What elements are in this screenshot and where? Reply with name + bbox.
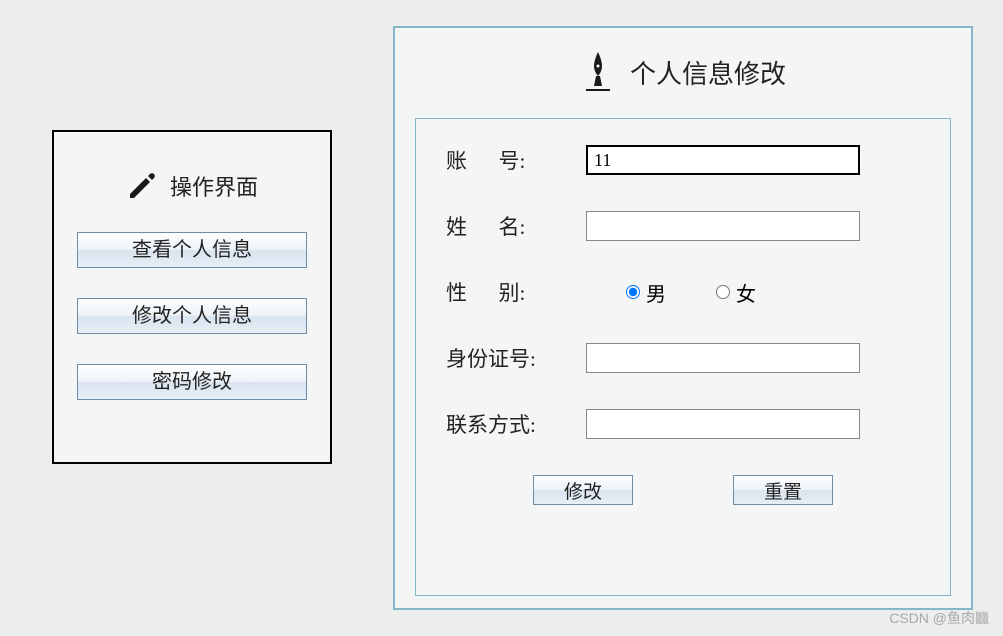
main-panel: 个人信息修改 账 号: 姓 名: 性 别: 男: [393, 26, 973, 610]
account-input[interactable]: [586, 145, 860, 175]
gender-female-option[interactable]: 女: [716, 278, 756, 307]
contact-label: 联系方式:: [446, 409, 586, 439]
sidebar-title: 操作界面: [170, 170, 258, 202]
fountain-pen-icon: [580, 50, 616, 94]
account-row: 账 号:: [446, 145, 920, 175]
contact-row: 联系方式:: [446, 409, 920, 439]
name-row: 姓 名:: [446, 211, 920, 241]
form-container: 账 号: 姓 名: 性 别: 男 女: [415, 118, 951, 596]
gender-label: 性 别:: [446, 277, 586, 307]
contact-input[interactable]: [586, 409, 860, 439]
watermark: CSDN @鱼肉𪚥: [889, 608, 989, 628]
modify-button[interactable]: 修改: [533, 475, 633, 505]
gender-female-radio[interactable]: [716, 285, 730, 299]
gender-radio-group: 男 女: [626, 278, 756, 307]
gender-male-radio[interactable]: [626, 285, 640, 299]
id-number-input[interactable]: [586, 343, 860, 373]
id-number-row: 身份证号:: [446, 343, 920, 373]
main-title: 个人信息修改: [630, 54, 786, 91]
main-header: 个人信息修改: [415, 50, 951, 94]
button-row: 修改 重置: [446, 475, 920, 505]
gender-male-option[interactable]: 男: [626, 278, 666, 307]
sidebar-header: 操作界面: [74, 170, 310, 202]
account-label: 账 号:: [446, 145, 586, 175]
reset-button[interactable]: 重置: [733, 475, 833, 505]
pencil-icon: [126, 170, 158, 202]
change-password-button[interactable]: 密码修改: [77, 364, 307, 400]
id-number-label: 身份证号:: [446, 343, 586, 373]
gender-row: 性 别: 男 女: [446, 277, 920, 307]
edit-info-button[interactable]: 修改个人信息: [77, 298, 307, 334]
sidebar-panel: 操作界面 查看个人信息 修改个人信息 密码修改: [52, 130, 332, 464]
name-input[interactable]: [586, 211, 860, 241]
name-label: 姓 名:: [446, 211, 586, 241]
view-info-button[interactable]: 查看个人信息: [77, 232, 307, 268]
